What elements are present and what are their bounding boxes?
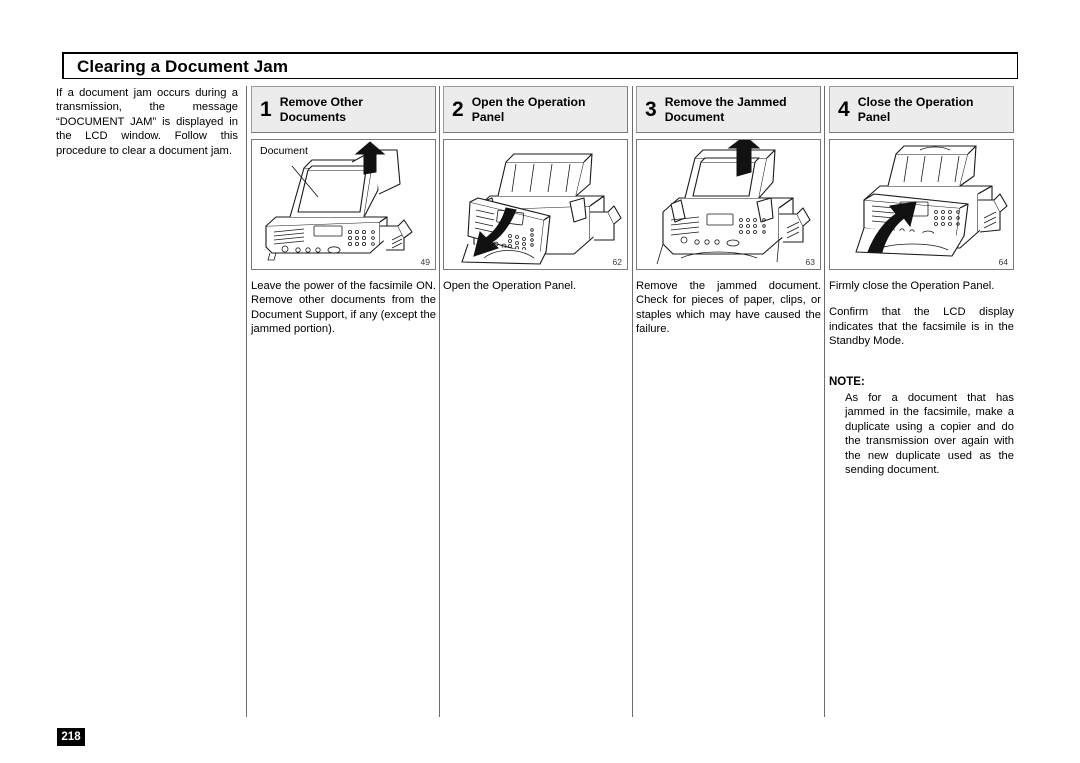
- fax-close-panel-illustration: [855, 145, 1008, 257]
- step-header-1: 1 Remove Other Documents: [251, 86, 436, 133]
- note-body: As for a document that has jammed in the…: [845, 392, 1014, 477]
- step-number-2: 2: [452, 98, 464, 121]
- page-title: Clearing a Document Jam: [77, 56, 289, 76]
- column-divider-3: [632, 86, 633, 717]
- step-number-1: 1: [260, 98, 272, 121]
- manual-page: Clearing a Document Jam If a document ja…: [0, 0, 1080, 763]
- figure-number-2: 62: [612, 256, 622, 267]
- step-caption-3: Remove the jammed document. Check for pi…: [636, 280, 821, 336]
- figure-number-1: 49: [420, 256, 430, 267]
- column-divider-4: [824, 86, 825, 717]
- fax-document-removal-illustration: [265, 141, 413, 261]
- step-heading-2: Open the Operation Panel: [471, 94, 586, 124]
- step-column-2: 2 Open the Operation Panel 62 Open the O…: [443, 86, 628, 293]
- page-number-badge: 218: [57, 728, 85, 746]
- step-header-2: 2 Open the Operation Panel: [443, 86, 628, 133]
- step-caption-1: Leave the power of the facsimile ON. Rem…: [251, 280, 436, 336]
- step-column-3: 3 Remove the Jammed Document 63 Remove t…: [636, 86, 821, 337]
- step-number-3: 3: [645, 98, 657, 121]
- column-divider-2: [439, 86, 440, 717]
- step-header-3: 3 Remove the Jammed Document: [636, 86, 821, 133]
- note-block: NOTE: As for a document that has jammed …: [829, 375, 1014, 478]
- figure-callout-document: Document: [260, 145, 308, 157]
- step-header-4: 4 Close the Operation Panel: [829, 86, 1014, 133]
- figure-frame-2: 62: [443, 139, 628, 270]
- figure-frame-1: Document 49: [251, 139, 436, 270]
- step-caption-4: Firmly close the Operation Panel.: [829, 280, 995, 292]
- step-heading-3: Remove the Jammed Document: [664, 94, 787, 124]
- column-divider-1: [246, 86, 247, 717]
- step-heading-4: Close the Operation Panel: [857, 94, 974, 124]
- page-title-box: Clearing a Document Jam: [62, 52, 1018, 79]
- figure-number-4: 64: [998, 256, 1008, 267]
- step-caption-4-second: Confirm that the LCD display indicates t…: [829, 306, 1014, 348]
- note-title: NOTE:: [829, 375, 865, 388]
- figure-number-3: 63: [805, 256, 815, 267]
- step-column-4: 4 Close the Operation Panel 64 Firmly cl…: [829, 86, 1014, 477]
- intro-paragraph: If a document jam occurs during a transm…: [56, 87, 238, 157]
- fax-open-panel-illustration: [461, 153, 622, 265]
- step-column-1: 1 Remove Other Documents Document 49 Lea…: [251, 86, 436, 337]
- fax-remove-jam-illustration: [656, 140, 811, 265]
- figure-frame-3: 63: [636, 139, 821, 270]
- step-number-4: 4: [838, 98, 850, 121]
- step-heading-1: Remove Other Documents: [279, 94, 363, 124]
- step-caption-2: Open the Operation Panel.: [443, 280, 577, 292]
- figure-frame-4: 64: [829, 139, 1014, 270]
